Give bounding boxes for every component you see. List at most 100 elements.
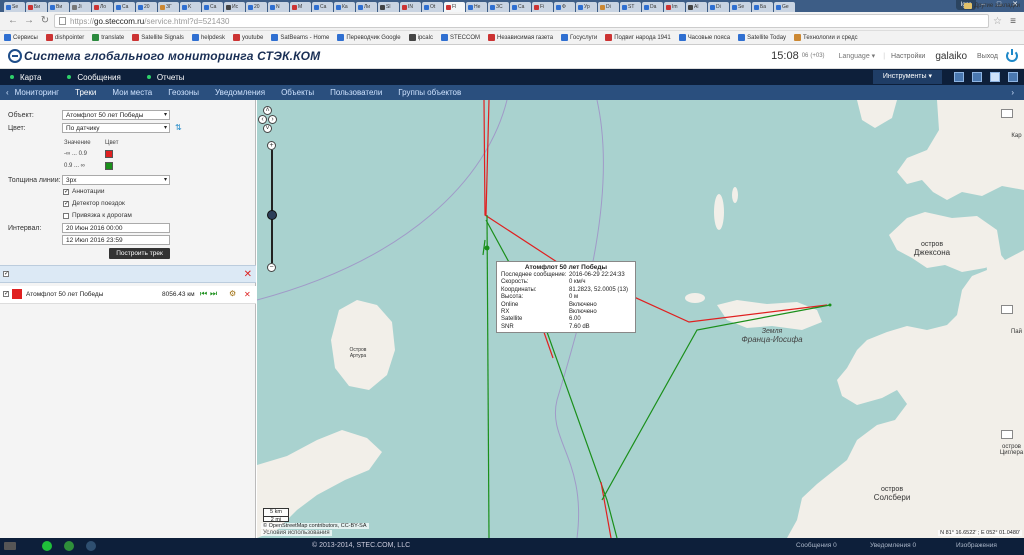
map-marker-icon[interactable] bbox=[1001, 305, 1013, 314]
browser-tab[interactable]: Ло bbox=[92, 2, 113, 12]
language-select[interactable]: Language ▾ bbox=[839, 52, 876, 60]
sound-status-icon[interactable] bbox=[86, 541, 96, 551]
bookmark-item[interactable]: Satellite Signals bbox=[132, 34, 184, 41]
browser-tab[interactable]: Ур bbox=[576, 2, 597, 12]
bookmark-item[interactable]: ipcalc bbox=[408, 34, 433, 41]
power-icon[interactable] bbox=[1006, 49, 1018, 62]
bookmark-item[interactable]: Независимая газета bbox=[487, 34, 553, 41]
notifications-counter[interactable]: Уведомления 0 bbox=[870, 542, 916, 549]
range-2-color-swatch[interactable] bbox=[105, 162, 113, 170]
bookmark-item[interactable]: Satellite Today bbox=[738, 34, 786, 41]
tab-my-places[interactable]: Мои места bbox=[112, 88, 152, 97]
map-marker-icon[interactable] bbox=[1001, 430, 1013, 439]
browser-tab[interactable]: ЗС bbox=[488, 2, 509, 12]
browser-tab[interactable]: Ca bbox=[510, 2, 531, 12]
bookmark-item[interactable]: Часовые пояса bbox=[678, 34, 730, 41]
browser-tab[interactable]: Ис bbox=[224, 2, 245, 12]
bookmark-item[interactable]: dishpointer bbox=[45, 34, 84, 41]
other-bookmarks[interactable]: Другие закладки bbox=[964, 3, 1020, 9]
settings-link[interactable]: Настройки bbox=[891, 53, 925, 60]
bookmark-item[interactable]: youtube bbox=[232, 34, 263, 41]
tab-notifications[interactable]: Уведомления bbox=[215, 88, 265, 97]
subnav-next-icon[interactable]: › bbox=[1011, 88, 1014, 97]
zoom-slider-track[interactable] bbox=[271, 150, 273, 263]
zoom-out-icon[interactable]: − bbox=[267, 263, 276, 272]
tab-monitoring[interactable]: Мониторинг bbox=[15, 88, 59, 97]
browser-tab[interactable]: Ба bbox=[752, 2, 773, 12]
browser-tab[interactable]: Не bbox=[466, 2, 487, 12]
layout-3-icon[interactable] bbox=[990, 72, 1000, 82]
browser-tab[interactable]: Ви bbox=[48, 2, 69, 12]
trip-detector-checkbox[interactable]: ✓ Детектор поездок bbox=[63, 200, 125, 207]
subnav-prev-icon[interactable]: ‹ bbox=[6, 88, 9, 97]
browser-tab[interactable]: Ли bbox=[356, 2, 377, 12]
back-icon[interactable]: ← bbox=[6, 14, 20, 28]
pan-left-icon[interactable]: ‹ bbox=[258, 115, 267, 124]
delete-track-icon[interactable]: ✕ bbox=[244, 290, 251, 300]
messages-counter[interactable]: Сообщения 0 bbox=[796, 542, 837, 549]
track-settings-icon[interactable]: ⚙ bbox=[229, 289, 236, 298]
nav-reports[interactable]: Отчеты bbox=[146, 73, 184, 82]
zoom-slider-handle[interactable] bbox=[267, 210, 277, 220]
annotations-checkbox[interactable]: ✓ Аннотации bbox=[63, 188, 105, 195]
bookmark-item[interactable]: Госуслуги bbox=[561, 34, 597, 41]
tab-object-groups[interactable]: Группы объектов bbox=[398, 88, 461, 97]
bookmark-item[interactable]: Сервисы bbox=[4, 34, 38, 41]
layout-2-icon[interactable] bbox=[972, 72, 982, 82]
browser-tab[interactable]: Sl bbox=[378, 2, 399, 12]
track-start-icon[interactable]: ⏮ bbox=[200, 289, 207, 299]
select-all-checkbox[interactable]: ✓ bbox=[3, 271, 12, 277]
build-track-button[interactable]: Построить трек bbox=[109, 248, 170, 259]
browser-tab[interactable]: Ji bbox=[70, 2, 91, 12]
bookmark-item[interactable]: helpdesk bbox=[191, 34, 225, 41]
browser-tab[interactable]: Ca bbox=[202, 2, 223, 12]
track-endpoint[interactable] bbox=[828, 303, 832, 307]
layout-4-icon[interactable] bbox=[1008, 72, 1018, 82]
range-1-color-swatch[interactable] bbox=[105, 150, 113, 158]
images-link[interactable]: Изображения bbox=[956, 542, 997, 549]
map-canvas[interactable]: ˄ ‹ › ˅ + − остров Джексона Земля Франца-И… bbox=[257, 100, 1024, 538]
track-color-swatch[interactable] bbox=[12, 289, 22, 299]
browser-tab[interactable]: IN bbox=[400, 2, 421, 12]
bookmark-item[interactable]: SatBeams - Home bbox=[271, 34, 329, 41]
browser-tab[interactable]: Ca bbox=[114, 2, 135, 12]
browser-tab[interactable]: N bbox=[268, 2, 289, 12]
tab-tracks[interactable]: Треки bbox=[75, 88, 96, 97]
browser-tab[interactable]: K bbox=[180, 2, 201, 12]
pan-down-icon[interactable]: ˅ bbox=[263, 124, 272, 133]
browser-tab[interactable]: Se bbox=[730, 2, 751, 12]
map-marker-icon[interactable] bbox=[1001, 109, 1013, 118]
delete-all-icon[interactable]: ✕ bbox=[244, 270, 252, 280]
track-list-item[interactable]: ✓ Атомфлот 50 лет Победы 8056.43 км ⏮ ⏭ … bbox=[0, 286, 256, 304]
browser-tab[interactable]: Ка bbox=[334, 2, 355, 12]
browser-tab[interactable]: Al bbox=[686, 2, 707, 12]
browser-tab[interactable]: Fi bbox=[532, 2, 553, 12]
forward-icon[interactable]: → bbox=[22, 14, 36, 28]
nav-map[interactable]: Карта bbox=[10, 73, 41, 82]
snap-to-roads-checkbox[interactable]: Привязка к дорогам bbox=[63, 212, 132, 219]
tools-menu[interactable]: Инструменты ▾ bbox=[872, 70, 942, 84]
line-thickness-select[interactable]: 3px ▾ bbox=[62, 175, 170, 185]
browser-tab[interactable]: Ca bbox=[312, 2, 333, 12]
track-checkbox[interactable]: ✓ bbox=[3, 291, 12, 297]
browser-tab[interactable]: Da bbox=[642, 2, 663, 12]
app-logo[interactable]: Система глобального мониторинга СТЭК.КОМ bbox=[8, 49, 320, 63]
tab-objects[interactable]: Объекты bbox=[281, 88, 314, 97]
track-end-icon[interactable]: ⏭ bbox=[210, 289, 217, 299]
browser-tab[interactable]: 20 bbox=[246, 2, 267, 12]
layout-1-icon[interactable] bbox=[954, 72, 964, 82]
browser-tab[interactable]: Ot bbox=[422, 2, 443, 12]
object-select[interactable]: Атомфлот 50 лет Победы ▾ bbox=[62, 110, 170, 120]
logout-link[interactable]: Выход bbox=[977, 53, 998, 60]
track-point[interactable] bbox=[484, 245, 490, 251]
browser-tab[interactable]: Ge bbox=[774, 2, 795, 12]
bookmark-star-icon[interactable]: ☆ bbox=[993, 16, 1002, 27]
pan-up-icon[interactable]: ˄ bbox=[263, 106, 272, 115]
browser-tab[interactable]: 20 bbox=[136, 2, 157, 12]
browser-menu-icon[interactable]: ≡ bbox=[1008, 16, 1018, 27]
browser-tab[interactable]: Fl bbox=[444, 2, 465, 12]
color-select[interactable]: По датчику ▾ bbox=[62, 123, 170, 133]
tab-users[interactable]: Пользователи bbox=[330, 88, 382, 97]
terms-link[interactable]: Условия использования bbox=[261, 530, 332, 536]
date-to-input[interactable]: 12 Июл 2016 23:59 bbox=[62, 235, 170, 245]
